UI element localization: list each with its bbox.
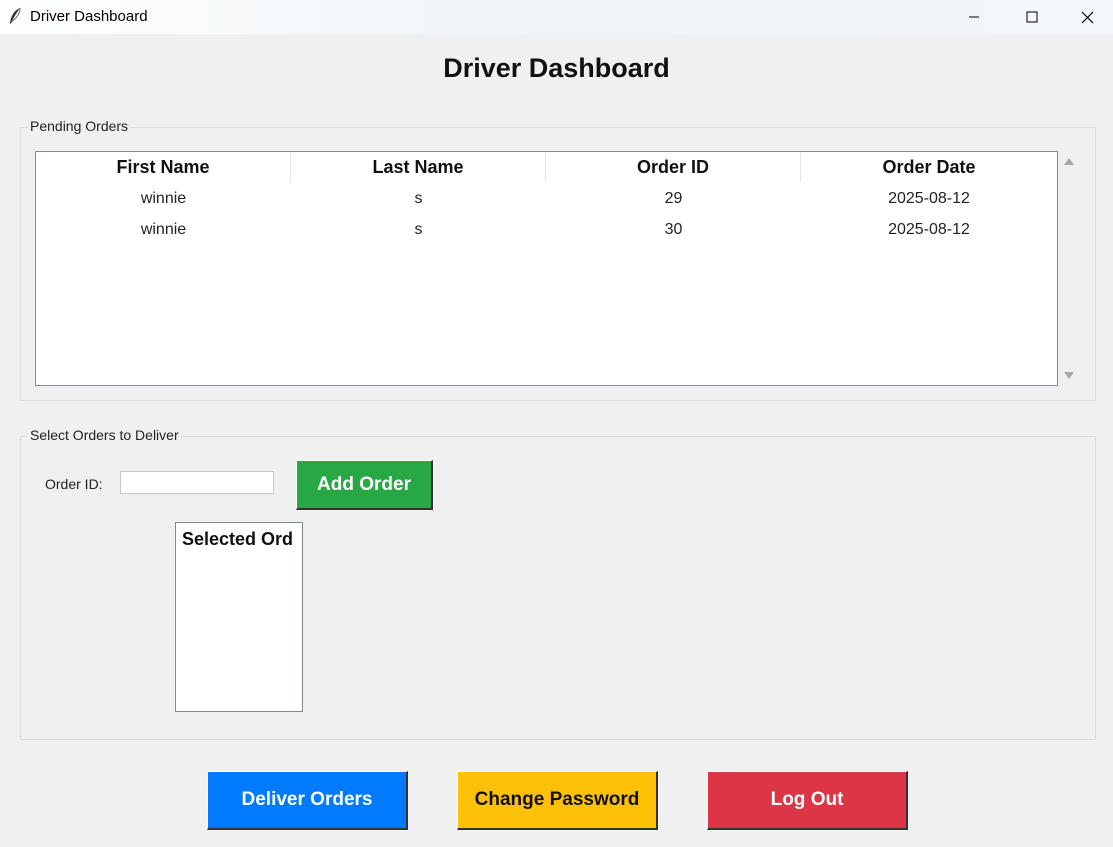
maximize-icon (1026, 11, 1038, 23)
scroll-down-arrow-icon[interactable] (1064, 372, 1074, 379)
maximize-button[interactable] (1003, 0, 1061, 34)
add-order-button[interactable]: Add Order (296, 460, 433, 510)
column-header-order-id[interactable]: Order ID (546, 152, 801, 182)
order-id-label: Order ID: (45, 476, 103, 492)
cell-order-id: 30 (664, 220, 683, 238)
minimize-button[interactable] (945, 0, 1003, 34)
column-header-order-date[interactable]: Order Date (801, 152, 1057, 182)
table-header: First Name Last Name Order ID Order Date (36, 152, 1057, 182)
change-password-button[interactable]: Change Password (457, 771, 658, 830)
minimize-icon (969, 16, 979, 18)
cell-last-name: s (414, 220, 423, 238)
table-row[interactable]: winnie s 30 2025-08-12 (36, 214, 1057, 245)
cell-last-name: s (414, 189, 423, 207)
cell-first-name: winnie (140, 189, 187, 207)
selected-orders-list[interactable]: Selected Ord (175, 522, 303, 712)
page-title: Driver Dashboard (443, 53, 670, 83)
table-scrollbar[interactable] (1060, 151, 1078, 384)
table-row[interactable]: winnie s 29 2025-08-12 (36, 183, 1057, 214)
cell-order-date: 2025-08-12 (888, 220, 970, 238)
log-out-button[interactable]: Log Out (707, 771, 908, 830)
column-header-last-name[interactable]: Last Name (291, 152, 546, 182)
close-icon (1081, 11, 1093, 23)
pending-orders-label: Pending Orders (28, 118, 131, 134)
title-bar: Driver Dashboard (0, 0, 1113, 34)
feather-icon (10, 7, 21, 24)
window-title: Driver Dashboard (30, 8, 148, 25)
scroll-up-arrow-icon[interactable] (1064, 158, 1074, 165)
select-orders-label: Select Orders to Deliver (28, 427, 181, 443)
selected-orders-header: Selected Ord (182, 529, 294, 549)
pending-orders-table[interactable]: First Name Last Name Order ID Order Date… (35, 151, 1058, 386)
order-id-input[interactable] (120, 471, 274, 494)
cell-order-date: 2025-08-12 (888, 189, 970, 207)
close-button[interactable] (1061, 0, 1113, 34)
cell-order-id: 29 (664, 189, 683, 207)
driver-dashboard-window: Driver Dashboard Driver Dashboard Pendin… (0, 0, 1113, 847)
cell-first-name: winnie (140, 220, 187, 238)
column-header-first-name[interactable]: First Name (36, 152, 291, 182)
deliver-orders-button[interactable]: Deliver Orders (207, 771, 408, 830)
